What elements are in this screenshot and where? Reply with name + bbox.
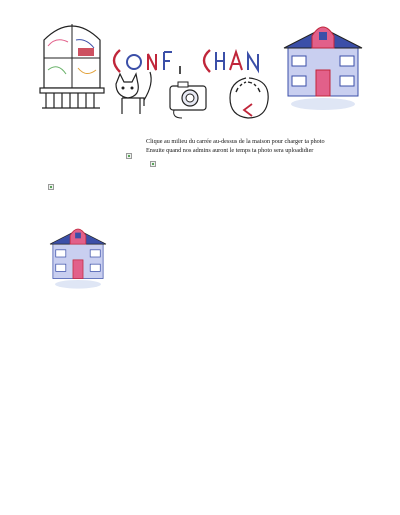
broken-image-icon[interactable] xyxy=(126,153,132,159)
broken-image-icon[interactable] xyxy=(48,184,54,190)
upload-instructions: Clique au milieu du carrée au-dessus de … xyxy=(146,138,325,155)
window-illustration-icon xyxy=(39,24,105,109)
house-illustration-icon xyxy=(283,26,363,110)
camera-illustration-icon xyxy=(169,81,207,119)
cat-illustration-icon xyxy=(115,71,152,114)
instructions-line-2: Ensuite quand nos admins auront le temps… xyxy=(146,146,314,154)
broken-image-icon[interactable] xyxy=(150,161,156,167)
instructions-line-1: Clique au milieu du carrée au-dessus de … xyxy=(146,138,325,145)
house-illustration-icon[interactable] xyxy=(48,224,108,290)
replay-illustration-icon xyxy=(229,77,269,119)
